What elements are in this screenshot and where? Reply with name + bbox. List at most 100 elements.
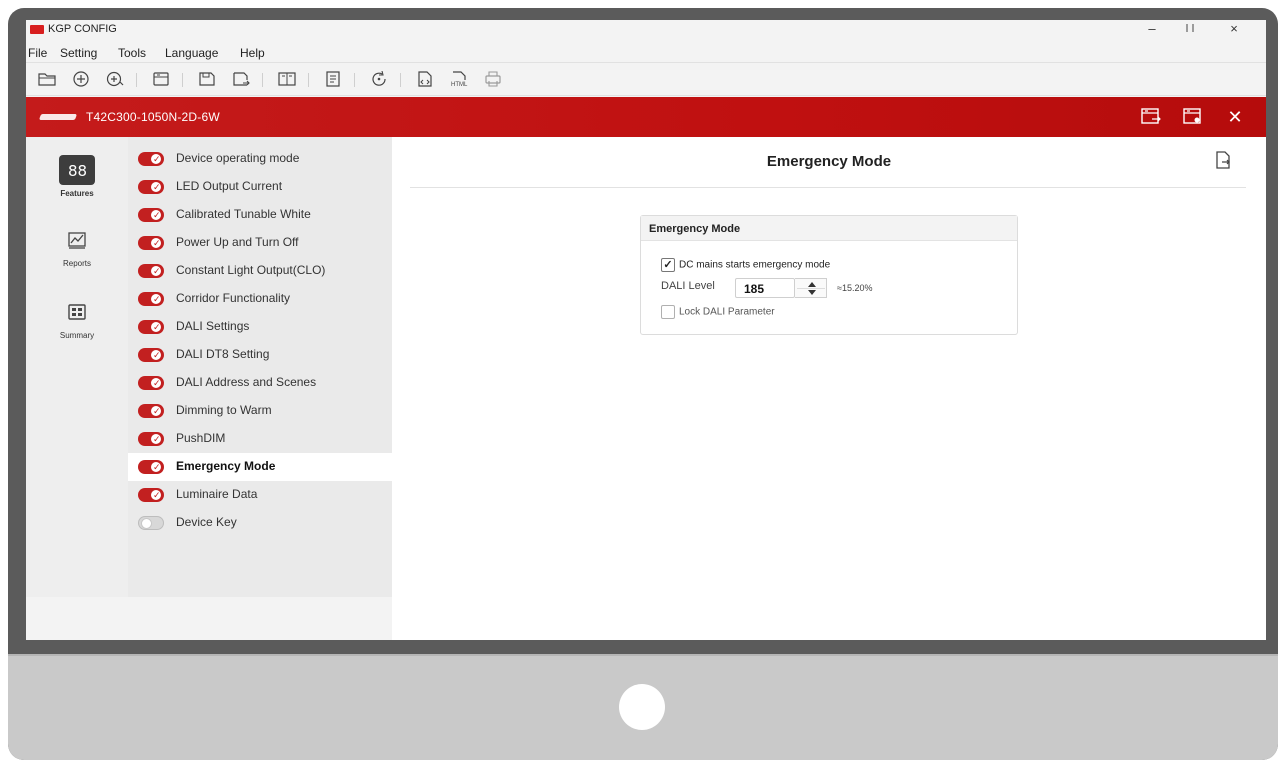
minimize-button[interactable]: – <box>1140 21 1164 36</box>
rail-item-features[interactable]: 88 Features <box>26 155 128 198</box>
menu-language[interactable]: Language <box>165 46 218 60</box>
feature-dali-dt8-setting[interactable]: ✓ DALI DT8 Setting <box>128 341 392 369</box>
features-grid-icon: 88 <box>59 155 95 185</box>
device-settings-icon[interactable] <box>1140 107 1162 127</box>
open-folder-icon[interactable] <box>38 71 56 87</box>
device-header: T42C300-1050N-2D-6W ✕ <box>26 97 1266 137</box>
save-as-icon[interactable] <box>232 71 250 87</box>
feature-toggle[interactable]: ✓ <box>138 404 164 418</box>
monitor-chin <box>8 654 1278 760</box>
menu-help[interactable]: Help <box>240 46 265 60</box>
reports-chart-icon <box>59 225 95 255</box>
dc-mains-checkbox[interactable]: ✓ <box>661 258 675 272</box>
feature-corridor-functionality[interactable]: ✓ Corridor Functionality <box>128 285 392 313</box>
toolbar-separator <box>262 73 263 87</box>
device-icon[interactable] <box>152 71 170 87</box>
feature-luminaire-data[interactable]: ✓ Luminaire Data <box>128 481 392 509</box>
dali-level-label: DALI Level <box>661 280 715 292</box>
feature-led-output-current[interactable]: ✓ LED Output Current <box>128 173 392 201</box>
toolbar-separator <box>354 73 355 87</box>
feature-toggle[interactable]: ✓ <box>138 264 164 278</box>
device-close-button[interactable]: ✕ <box>1224 107 1246 127</box>
feature-label: Power Up and Turn Off <box>176 235 299 249</box>
feature-toggle[interactable]: ✓ <box>138 376 164 390</box>
document-icon[interactable] <box>324 71 342 87</box>
toolbar-separator <box>182 73 183 87</box>
menu-bar: File Setting Tools Language Help <box>26 40 1266 62</box>
brand-logo <box>38 114 78 120</box>
feature-label: DALI Address and Scenes <box>176 375 317 389</box>
svg-text:88: 88 <box>68 162 86 178</box>
dali-level-spinner[interactable] <box>795 278 827 298</box>
feature-device-key[interactable]: Device Key <box>128 509 392 537</box>
export-code-icon[interactable] <box>416 71 434 87</box>
summary-icon <box>59 297 95 327</box>
feature-calibrated-tunable-white[interactable]: ✓ Calibrated Tunable White <box>128 201 392 229</box>
add-device-icon[interactable] <box>106 71 124 87</box>
rail-item-summary[interactable]: Summary <box>26 297 128 340</box>
rail-label: Summary <box>59 331 95 340</box>
feature-toggle[interactable]: ✓ <box>138 488 164 502</box>
feature-toggle[interactable]: ✓ <box>138 460 164 474</box>
feature-toggle[interactable]: ✓ <box>138 432 164 446</box>
lock-dali-checkbox[interactable] <box>661 305 675 319</box>
maximize-button[interactable] <box>1178 21 1202 36</box>
feature-dali-settings[interactable]: ✓ DALI Settings <box>128 313 392 341</box>
menu-setting[interactable]: Setting <box>60 46 97 60</box>
page-title: Emergency Mode <box>766 153 892 170</box>
feature-toggle[interactable]: ✓ <box>138 236 164 250</box>
dc-mains-row[interactable]: ✓ DC mains starts emergency mode <box>661 258 830 272</box>
export-icon[interactable] <box>1214 151 1232 169</box>
dc-mains-label: DC mains starts emergency mode <box>679 259 831 271</box>
feature-toggle[interactable]: ✓ <box>138 180 164 194</box>
menu-file[interactable]: File <box>28 46 47 60</box>
feature-toggle[interactable]: ✓ <box>138 208 164 222</box>
rail-label: Features <box>60 189 94 198</box>
window-close-button[interactable]: × <box>1222 21 1246 36</box>
feature-label: DALI Settings <box>176 319 250 333</box>
feature-device-operating-mode[interactable]: ✓ Device operating mode <box>128 145 392 173</box>
spin-up-icon[interactable] <box>808 282 816 287</box>
svg-text:HTML: HTML <box>451 82 468 87</box>
feature-label: Dimming to Warm <box>176 403 272 417</box>
spin-down-icon[interactable] <box>808 290 816 295</box>
dali-level-input[interactable]: 185 <box>735 278 795 298</box>
feature-toggle[interactable]: ✓ <box>138 292 164 306</box>
lock-dali-label: Lock DALI Parameter <box>679 306 775 318</box>
title-bar: KGP CONFIG – × <box>26 20 1266 40</box>
feature-label: LED Output Current <box>176 179 283 193</box>
main-panel: Emergency Mode Emergency Mode ✓ DC mains … <box>392 137 1266 640</box>
rail-label: Reports <box>62 259 91 268</box>
feature-label: Calibrated Tunable White <box>176 207 311 221</box>
feature-power-up-turn-off[interactable]: ✓ Power Up and Turn Off <box>128 229 392 257</box>
export-html-icon[interactable]: HTML <box>450 71 468 87</box>
feature-pushdim[interactable]: ✓ PushDIM <box>128 425 392 453</box>
emergency-mode-card: Emergency Mode ✓ DC mains starts emergenc… <box>640 215 1018 335</box>
monitor-frame: KGP CONFIG – × File Setting Tools Langua… <box>8 8 1278 760</box>
save-icon[interactable] <box>198 71 216 87</box>
feature-dali-address-scenes[interactable]: ✓ DALI Address and Scenes <box>128 369 392 397</box>
toolbar-separator <box>308 73 309 87</box>
feature-emergency-mode[interactable]: ✓ Emergency Mode <box>128 453 392 481</box>
device-config-icon[interactable] <box>1182 107 1204 127</box>
feature-label: PushDIM <box>176 431 226 445</box>
lock-dali-row[interactable]: Lock DALI Parameter <box>661 305 775 319</box>
feature-toggle[interactable] <box>138 516 164 530</box>
feature-label: Device operating mode <box>176 151 300 165</box>
feature-toggle[interactable]: ✓ <box>138 152 164 166</box>
spin-divider <box>797 288 825 289</box>
refresh-icon[interactable] <box>370 71 388 87</box>
print-icon[interactable] <box>484 71 502 87</box>
toolbar: HTML <box>26 62 1266 96</box>
feature-dimming-to-warm[interactable]: ✓ Dimming to Warm <box>128 397 392 425</box>
feature-constant-light-output[interactable]: ✓ Constant Light Output(CLO) <box>128 257 392 285</box>
toolbar-separator <box>136 73 137 87</box>
compare-icon[interactable] <box>278 71 296 87</box>
new-icon[interactable] <box>72 71 90 87</box>
rail-item-reports[interactable]: Reports <box>26 225 128 268</box>
feature-toggle[interactable]: ✓ <box>138 348 164 362</box>
feature-toggle[interactable]: ✓ <box>138 320 164 334</box>
side-rail: 88 Features Reports Summary <box>26 137 128 597</box>
feature-label: Constant Light Output(CLO) <box>176 263 326 277</box>
menu-tools[interactable]: Tools <box>118 46 146 60</box>
